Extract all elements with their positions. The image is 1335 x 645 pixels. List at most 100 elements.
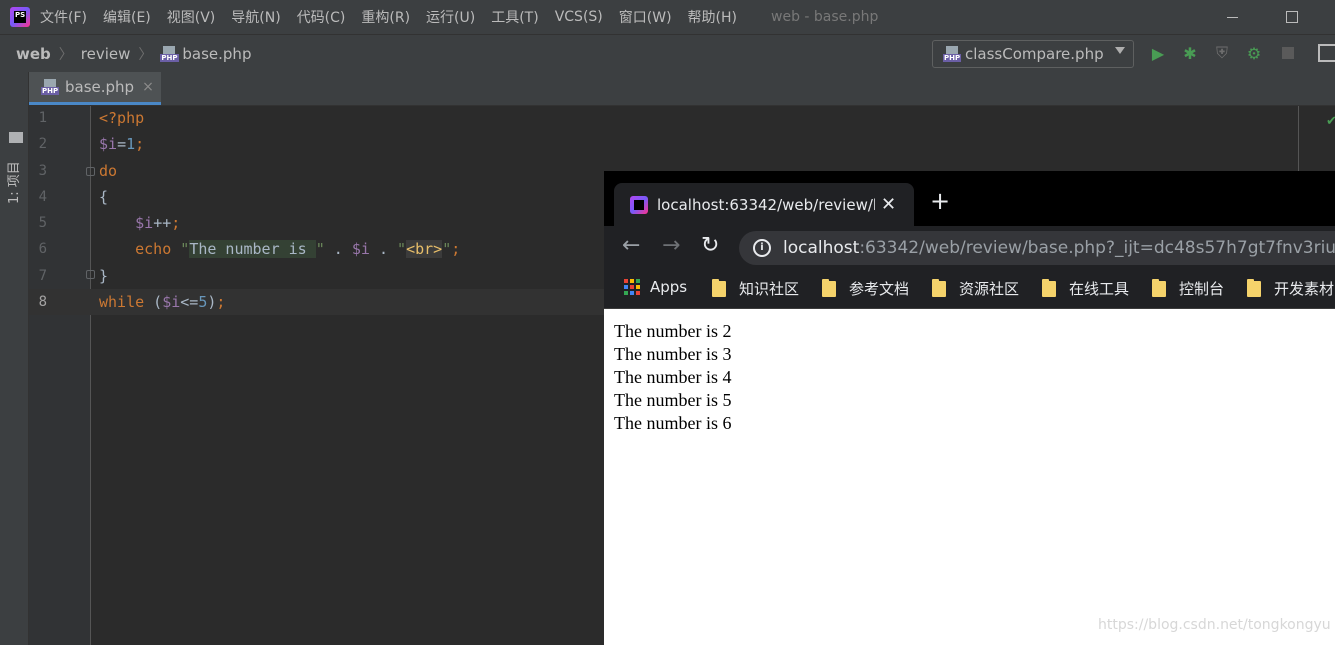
bug-icon: ✱ (1183, 43, 1197, 63)
maximize-icon (1286, 11, 1298, 23)
line-number: 8 (38, 294, 47, 310)
menu-file[interactable]: 文件(F) (40, 7, 87, 27)
url-text: localhost:63342/web/review/base.php?_ijt… (783, 238, 1335, 258)
profiler-icon: ⚙ (1246, 43, 1262, 63)
code-line-4: { (99, 188, 109, 206)
output-line: The number is 2 (614, 321, 732, 341)
bookmark-folder[interactable]: 知识社区 (712, 278, 799, 299)
run-configuration-select[interactable]: PHP classCompare.php (932, 40, 1134, 68)
left-tool-stripe: 1: 项目 (0, 72, 29, 645)
apps-grid-icon (624, 279, 640, 295)
browser-tab-title: localhost:63342/web/review/b (657, 195, 875, 214)
phpstorm-logo-icon[interactable]: PS (10, 7, 30, 27)
shield-icon: ⛨ (1215, 43, 1228, 62)
browser-tabstrip: localhost:63342/web/review/b ✕ + (604, 171, 1335, 226)
menu-view[interactable]: 视图(V) (167, 7, 216, 27)
bookmark-folder[interactable]: 在线工具 (1042, 278, 1129, 299)
php-file-icon: PHP (160, 45, 179, 62)
browser-window: localhost:63342/web/review/b ✕ + ← → ↻ i… (604, 171, 1335, 645)
info-icon[interactable]: i (753, 239, 771, 257)
folder-icon (712, 278, 726, 297)
folder-icon[interactable] (9, 132, 23, 143)
project-tool-window-label[interactable]: 1: 项目 (3, 161, 22, 204)
line-number: 4 (38, 189, 47, 205)
code-line-1: <?php (99, 109, 145, 127)
browser-toolbar: ← → ↻ i localhost:63342/web/review/base.… (604, 226, 1335, 268)
reload-icon[interactable]: ↻ (701, 234, 719, 258)
minimize-icon (1226, 16, 1238, 18)
run-button[interactable]: ▶ (1148, 43, 1168, 63)
output-line: The number is 4 (614, 367, 732, 387)
bookmark-folder[interactable]: 开发素材 (1247, 278, 1334, 299)
php-file-icon: PHP (943, 46, 962, 62)
menu-tools[interactable]: 工具(T) (491, 7, 538, 27)
watermark: https://blog.csdn.net/tongkongyu (1098, 617, 1331, 633)
code-line-6: echo "The number is " . $i . "<br>"; (135, 240, 461, 258)
fold-marker-icon[interactable] (86, 167, 95, 176)
new-tab-button[interactable]: + (930, 189, 950, 213)
line-number: 2 (38, 136, 47, 152)
code-line-3: do (99, 162, 118, 180)
bookmark-apps[interactable]: Apps (624, 278, 687, 296)
ide-menubar: PS 文件(F) 编辑(E) 视图(V) 导航(N) 代码(C) 重构(R) 运… (0, 0, 1335, 34)
maximize-button[interactable] (1262, 0, 1322, 34)
line-number: 1 (38, 110, 47, 126)
menu-refactor[interactable]: 重构(R) (361, 7, 410, 27)
project-structure-button[interactable] (1318, 43, 1335, 63)
output-line: The number is 6 (614, 413, 732, 433)
close-icon[interactable]: ✕ (881, 194, 896, 215)
page-content: The number is 2 The number is 3 The numb… (604, 309, 1335, 645)
breadcrumb-project[interactable]: web (16, 45, 51, 63)
output-line: The number is 5 (614, 390, 732, 410)
code-line-8: while ($i<=5); (99, 293, 226, 311)
tab-base-php[interactable]: PHP base.php × (29, 72, 161, 105)
minimize-button[interactable] (1202, 0, 1262, 34)
fold-marker-icon[interactable] (86, 270, 95, 279)
menu-run[interactable]: 运行(U) (426, 7, 475, 27)
address-bar[interactable]: i localhost:63342/web/review/base.php?_i… (739, 231, 1335, 265)
editor-scrollbar[interactable] (1298, 106, 1299, 176)
navigation-bar: web 〉 review 〉 PHP base.php PHP classCom… (0, 34, 1335, 72)
chevron-down-icon (1115, 47, 1125, 54)
code-line-2: $i=1; (99, 135, 145, 153)
folder-icon (932, 278, 946, 297)
stop-icon (1282, 47, 1294, 59)
run-configuration-label: classCompare.php (965, 45, 1104, 63)
bookmark-folder[interactable]: 控制台 (1152, 278, 1224, 299)
code-line-5: $i++; (135, 214, 181, 232)
debug-button[interactable]: ✱ (1180, 43, 1200, 63)
inspection-ok-icon: ✔ (1326, 114, 1335, 129)
code-line-7: } (99, 267, 109, 285)
menu-navigate[interactable]: 导航(N) (231, 7, 280, 27)
stop-button[interactable] (1278, 43, 1298, 63)
close-icon[interactable]: × (142, 79, 154, 95)
folder-icon (822, 278, 836, 297)
output-line: The number is 3 (614, 344, 732, 364)
phpstorm-favicon-icon (630, 195, 648, 214)
line-number: 3 (38, 163, 47, 179)
breadcrumb-file[interactable]: base.php (182, 45, 251, 63)
menu-edit[interactable]: 编辑(E) (103, 7, 151, 27)
menu-window[interactable]: 窗口(W) (619, 7, 672, 27)
menu-help[interactable]: 帮助(H) (688, 7, 737, 27)
bookmark-folder[interactable]: 参考文档 (822, 278, 909, 299)
menu-vcs[interactable]: VCS(S) (555, 9, 603, 25)
bookmarks-bar: Apps 知识社区 参考文档 资源社区 在线工具 控制台 开发素材 (604, 268, 1335, 309)
window-title: web - base.php (771, 9, 879, 25)
profile-button[interactable]: ⚙ (1244, 43, 1264, 63)
folder-icon (1247, 278, 1261, 297)
bookmark-folder[interactable]: 资源社区 (932, 278, 1019, 299)
line-number: 5 (38, 215, 47, 231)
folder-icon (1152, 278, 1166, 297)
chevron-right-icon: 〉 (58, 46, 73, 63)
back-arrow-icon[interactable]: ← (622, 234, 640, 258)
php-file-icon: PHP (41, 79, 60, 95)
chevron-right-icon: 〉 (138, 46, 153, 63)
coverage-button[interactable]: ⛨ (1212, 43, 1232, 63)
tab-label: base.php (65, 78, 135, 96)
play-icon: ▶ (1151, 43, 1165, 63)
menu-code[interactable]: 代码(C) (297, 7, 346, 27)
browser-tab[interactable]: localhost:63342/web/review/b ✕ (614, 183, 914, 226)
breadcrumb-folder[interactable]: review (81, 45, 131, 63)
forward-arrow-icon[interactable]: → (662, 234, 680, 258)
